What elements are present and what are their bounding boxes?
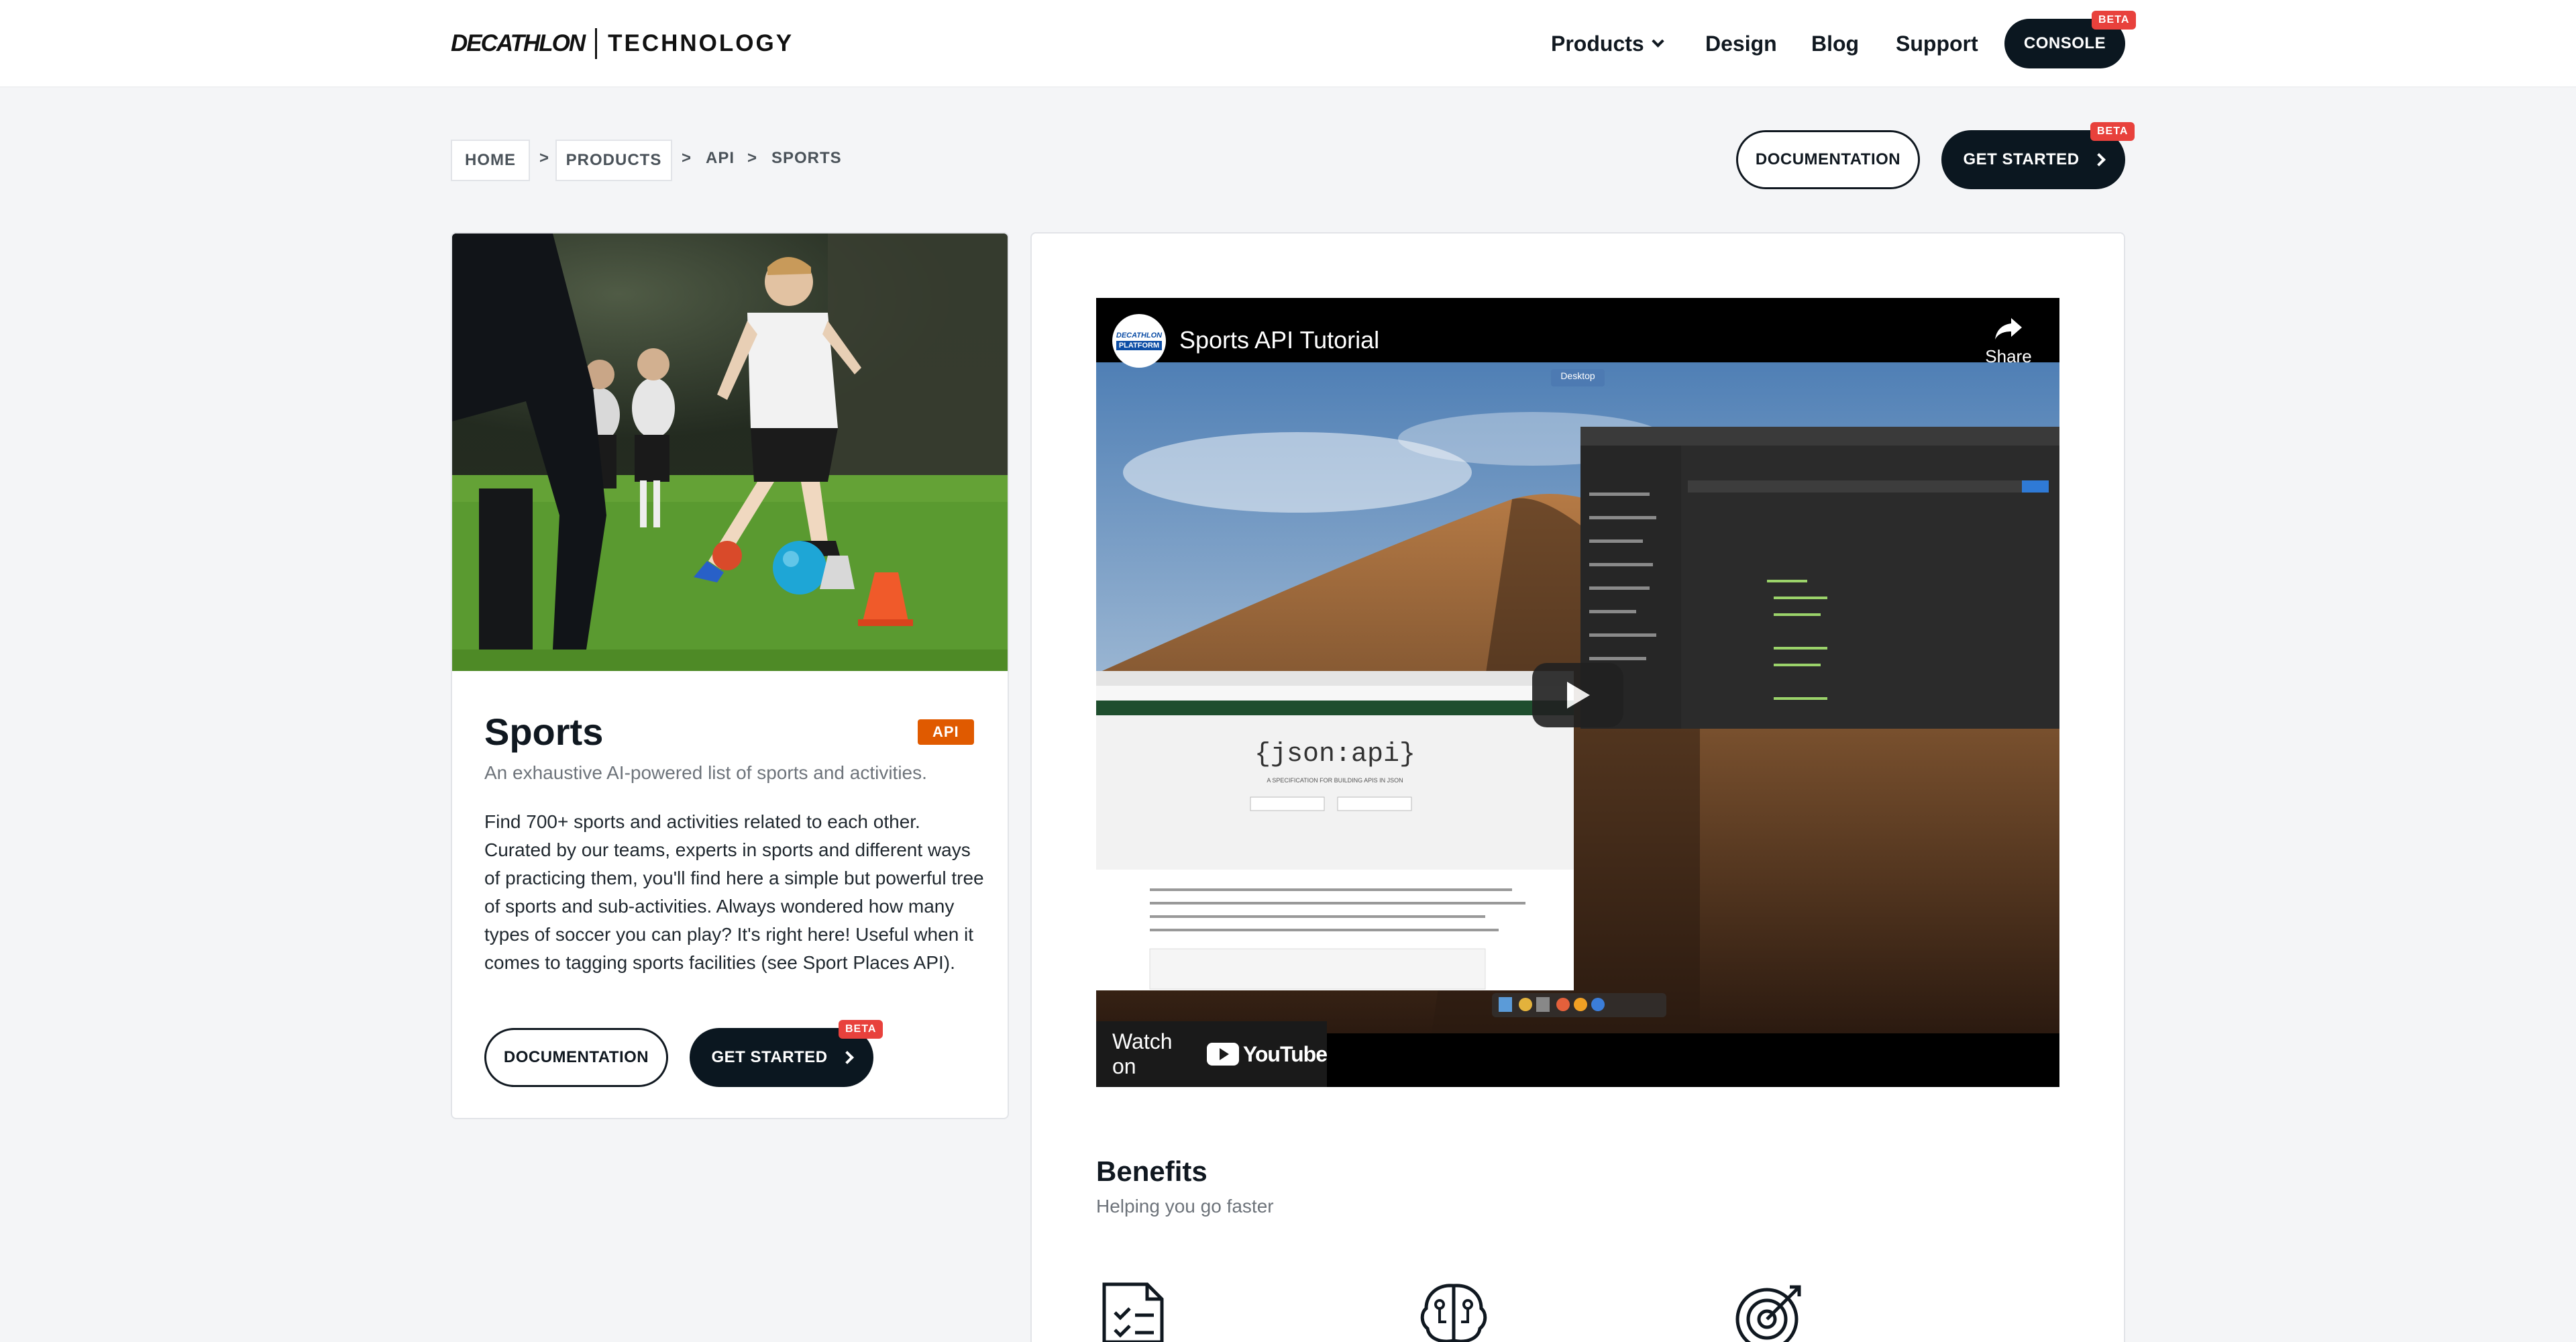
- channel-logo-line1: DECATHLON: [1116, 331, 1163, 340]
- get-started-button-label: GET STARTED: [1963, 150, 2080, 168]
- console-button-label: CONSOLE: [2023, 34, 2106, 52]
- share-label: Share: [1985, 346, 2032, 366]
- nav-products[interactable]: Products: [1551, 27, 1664, 60]
- benefits-subtitle: Helping you go faster: [1096, 1196, 1274, 1217]
- get-started-beta-badge: BETA: [839, 1020, 883, 1039]
- youtube-logo-icon: YouTube: [1206, 1041, 1328, 1067]
- site-header: DECATHLON TECHNOLOGY Products Design Blo…: [0, 0, 2576, 87]
- api-product-card: Sports API An exhaustive AI-powered list…: [451, 232, 1009, 1119]
- brain-circuit-icon: [1420, 1284, 1487, 1342]
- youtube-wordmark: YouTube: [1242, 1041, 1328, 1066]
- breadcrumb-separator: >: [682, 149, 692, 167]
- hero-image-kids-soccer: [452, 234, 1008, 671]
- breadcrumb-sports: SPORTS: [771, 149, 842, 167]
- nav-products-label: Products: [1551, 31, 1644, 56]
- share-icon: [1995, 318, 2022, 340]
- logo-divider: [595, 28, 598, 59]
- checklist-document-icon: [1102, 1282, 1164, 1342]
- youtube-video-embed[interactable]: {json:api} A SPECIFICATION FOR BUILDING …: [1096, 298, 2059, 1087]
- desktop-label: Desktop: [1560, 370, 1595, 381]
- target-arrow-icon: [1735, 1285, 1801, 1342]
- video-title[interactable]: Sports API Tutorial: [1179, 326, 1379, 354]
- chevron-right-icon: [840, 1051, 854, 1064]
- jsonapi-logo-text: {json:api}: [1254, 739, 1415, 770]
- share-button[interactable]: Share: [1968, 315, 2049, 376]
- console-beta-badge: BETA: [2092, 11, 2137, 30]
- watch-on-youtube-button[interactable]: Watch on YouTube: [1096, 1021, 1328, 1087]
- breadcrumb-api[interactable]: API: [706, 149, 735, 168]
- nav-design[interactable]: Design: [1705, 27, 1777, 60]
- documentation-button-label: DOCUMENTATION: [1755, 150, 1901, 168]
- nav-blog[interactable]: Blog: [1811, 27, 1859, 60]
- play-button[interactable]: [1532, 663, 1623, 727]
- get-started-button-label: GET STARTED: [711, 1048, 828, 1066]
- breadcrumb-home[interactable]: HOME: [451, 140, 530, 181]
- card-title: Sports: [484, 711, 604, 753]
- card-subtitle: An exhaustive AI-powered list of sports …: [484, 762, 927, 783]
- breadcrumb-separator: >: [539, 149, 550, 167]
- api-badge: API: [918, 719, 974, 745]
- card-description: Find 700+ sports and activities related …: [484, 811, 984, 973]
- watch-on-label: Watch on: [1112, 1029, 1173, 1078]
- channel-logo-line2: PLATFORM: [1116, 341, 1163, 350]
- documentation-button-top[interactable]: DOCUMENTATION: [1736, 130, 1920, 189]
- breadcrumb-products[interactable]: PRODUCTS: [555, 140, 672, 181]
- logo-technology-text: TECHNOLOGY: [608, 30, 794, 56]
- get-started-beta-badge: BETA: [2090, 122, 2135, 141]
- channel-avatar[interactable]: DECATHLON PLATFORM: [1112, 314, 1166, 368]
- play-icon: [1567, 682, 1590, 709]
- jsonapi-tagline: A SPECIFICATION FOR BUILDING APIS IN JSO…: [1267, 777, 1403, 784]
- benefits-title: Benefits: [1096, 1155, 1208, 1187]
- breadcrumb-separator: >: [747, 149, 758, 167]
- chevron-down-icon: [1651, 34, 1664, 48]
- nav-support[interactable]: Support: [1896, 27, 1978, 60]
- chevron-right-icon: [2092, 153, 2106, 166]
- logo-brand-text: DECATHLON: [451, 30, 586, 56]
- documentation-button-label: DOCUMENTATION: [503, 1048, 649, 1066]
- documentation-button-card[interactable]: DOCUMENTATION: [484, 1028, 668, 1087]
- decathlon-technology-logo[interactable]: DECATHLON TECHNOLOGY: [451, 28, 794, 59]
